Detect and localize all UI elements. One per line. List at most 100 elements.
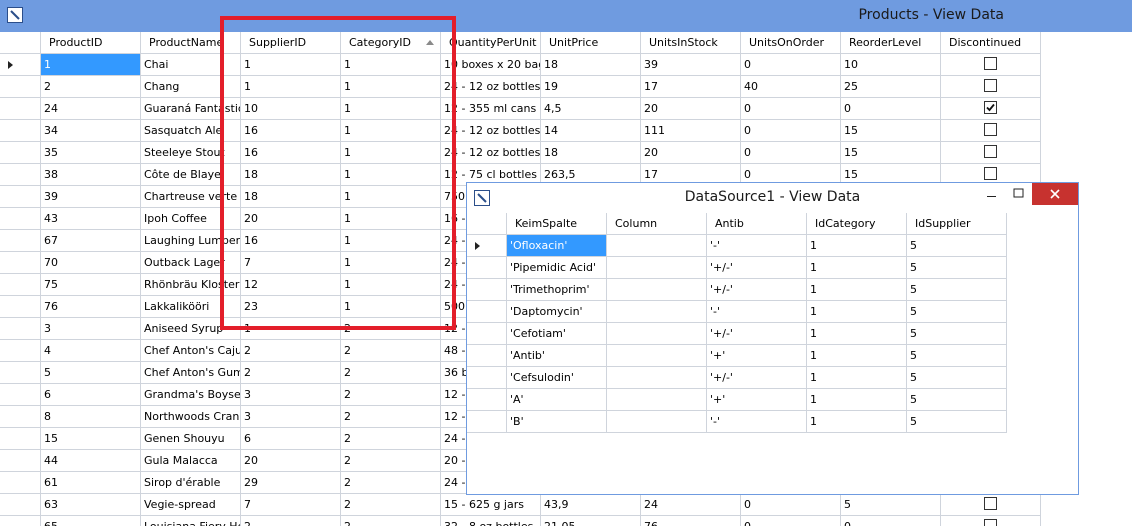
table-cell[interactable]: 1 xyxy=(341,186,441,208)
table-cell[interactable]: '-' xyxy=(707,235,807,257)
table-cell[interactable]: 3 xyxy=(41,318,141,340)
table-cell[interactable]: 18 xyxy=(241,186,341,208)
row-header[interactable] xyxy=(467,411,507,433)
table-cell[interactable]: 5 xyxy=(841,494,941,516)
table-row[interactable]: 2 Chang 1 1 24 - 12 oz bottles 19 17 40 25 xyxy=(0,76,1041,98)
table-cell[interactable] xyxy=(607,367,707,389)
table-cell[interactable] xyxy=(607,257,707,279)
table-cell[interactable] xyxy=(941,120,1041,142)
table-cell[interactable]: 76 xyxy=(41,296,141,318)
maximize-icon[interactable] xyxy=(1006,183,1032,205)
table-cell[interactable] xyxy=(607,235,707,257)
table-cell[interactable]: Chef Anton's Gumbo Mix xyxy=(141,362,241,384)
table-cell[interactable]: 20 xyxy=(241,208,341,230)
table-cell[interactable]: Côte de Blaye xyxy=(141,164,241,186)
table-cell[interactable]: 1 xyxy=(241,54,341,76)
table-cell[interactable]: 20 xyxy=(241,450,341,472)
column-header-antib[interactable]: Antib xyxy=(707,213,807,235)
row-header[interactable] xyxy=(467,367,507,389)
table-cell[interactable]: 0 xyxy=(741,494,841,516)
checkbox-icon[interactable] xyxy=(984,497,997,510)
table-cell[interactable]: 17 xyxy=(641,76,741,98)
column-header-idcategory[interactable]: IdCategory xyxy=(807,213,907,235)
row-header[interactable] xyxy=(467,301,507,323)
checkbox-icon[interactable] xyxy=(984,79,997,92)
table-cell[interactable]: 19 xyxy=(541,76,641,98)
table-cell[interactable]: 0 xyxy=(741,516,841,526)
table-cell[interactable]: 'A' xyxy=(507,389,607,411)
table-cell[interactable]: Lakkalikööri xyxy=(141,296,241,318)
table-cell[interactable]: 'Cefotiam' xyxy=(507,323,607,345)
table-cell[interactable]: 2 xyxy=(341,450,441,472)
table-cell[interactable]: 15 - 625 g jars xyxy=(441,494,541,516)
table-cell[interactable]: 1 xyxy=(241,318,341,340)
table-cell[interactable]: 'Pipemidic Acid' xyxy=(507,257,607,279)
table-cell[interactable]: 29 xyxy=(241,472,341,494)
table-cell[interactable]: 15 xyxy=(841,142,941,164)
table-cell[interactable]: 10 xyxy=(241,98,341,120)
table-row[interactable]: 35 Steeleye Stout 16 1 24 - 12 oz bottles 18 2… xyxy=(0,142,1041,164)
table-cell[interactable]: 1 xyxy=(807,235,907,257)
table-cell[interactable]: 1 xyxy=(341,98,441,120)
table-cell[interactable]: 65 xyxy=(41,516,141,526)
table-cell[interactable]: '+/-' xyxy=(707,257,807,279)
checkbox-icon[interactable] xyxy=(984,145,997,158)
checkbox-icon[interactable] xyxy=(984,57,997,70)
table-cell[interactable]: 2 xyxy=(341,406,441,428)
row-header[interactable] xyxy=(0,428,41,450)
row-header[interactable] xyxy=(0,450,41,472)
table-cell[interactable]: '+/-' xyxy=(707,323,807,345)
table-cell[interactable]: '-' xyxy=(707,411,807,433)
table-cell[interactable]: 6 xyxy=(241,428,341,450)
table-cell[interactable]: 18 xyxy=(541,142,641,164)
checkbox-icon[interactable] xyxy=(984,167,997,180)
table-cell[interactable]: Vegie-spread xyxy=(141,494,241,516)
table-cell[interactable]: Chartreuse verte xyxy=(141,186,241,208)
table-cell[interactable]: 67 xyxy=(41,230,141,252)
table-cell[interactable]: 24 - 12 oz bottles xyxy=(441,142,541,164)
table-cell[interactable]: 20 xyxy=(641,142,741,164)
table-cell[interactable]: 7 xyxy=(241,252,341,274)
table-cell[interactable]: 1 xyxy=(341,296,441,318)
table-row[interactable]: 65Louisiana Fiery Hot Pepper Sauce2232 -… xyxy=(0,516,1041,526)
table-cell[interactable]: 1 xyxy=(807,301,907,323)
table-cell[interactable]: Chai xyxy=(141,54,241,76)
table-cell[interactable] xyxy=(941,54,1041,76)
table-cell[interactable]: 38 xyxy=(41,164,141,186)
table-cell[interactable]: 16 xyxy=(241,230,341,252)
table-cell[interactable]: '+/-' xyxy=(707,279,807,301)
table-cell[interactable]: 'Cefsulodin' xyxy=(507,367,607,389)
table-cell[interactable]: 12 xyxy=(241,274,341,296)
table-cell[interactable]: 75 xyxy=(41,274,141,296)
table-cell[interactable]: 16 xyxy=(241,142,341,164)
table-cell[interactable]: 0 xyxy=(741,142,841,164)
table-row[interactable]: 24 Guaraná Fantástica 10 1 12 - 355 ml cans 4… xyxy=(0,98,1041,120)
table-cell[interactable]: '+' xyxy=(707,389,807,411)
column-header-unitsinstock[interactable]: UnitsInStock xyxy=(641,32,741,54)
table-cell[interactable]: 0 xyxy=(741,54,841,76)
table-row[interactable]: 34 Sasquatch Ale 16 1 24 - 12 oz bottles 14 11… xyxy=(0,120,1041,142)
column-header-productid[interactable]: ProductID xyxy=(41,32,141,54)
table-cell[interactable]: 14 xyxy=(541,120,641,142)
table-cell[interactable]: 43 xyxy=(41,208,141,230)
table-cell[interactable]: 5 xyxy=(907,323,1007,345)
table-cell[interactable]: 24 xyxy=(41,98,141,120)
table-cell[interactable]: 0 xyxy=(841,98,941,120)
table-cell[interactable]: 6 xyxy=(41,384,141,406)
row-header[interactable] xyxy=(0,318,41,340)
table-cell[interactable]: Aniseed Syrup xyxy=(141,318,241,340)
table-cell[interactable]: Steeleye Stout xyxy=(141,142,241,164)
column-header-quantityperunit[interactable]: QuantityPerUnit xyxy=(441,32,541,54)
column-header-supplierid[interactable]: SupplierID xyxy=(241,32,341,54)
table-row[interactable]: 'Antib' '+' 1 5 xyxy=(467,345,1007,367)
row-header[interactable] xyxy=(0,494,41,516)
table-row[interactable]: 'Pipemidic Acid' '+/-' 1 5 xyxy=(467,257,1007,279)
row-header[interactable] xyxy=(0,472,41,494)
row-header[interactable] xyxy=(0,406,41,428)
table-cell[interactable]: 1 xyxy=(341,230,441,252)
table-cell[interactable]: 1 xyxy=(807,279,907,301)
table-cell[interactable]: Guaraná Fantástica xyxy=(141,98,241,120)
column-header-reorderlevel[interactable]: ReorderLevel xyxy=(841,32,941,54)
table-row[interactable]: 'B' '-' 1 5 xyxy=(467,411,1007,433)
table-cell[interactable]: 4,5 xyxy=(541,98,641,120)
